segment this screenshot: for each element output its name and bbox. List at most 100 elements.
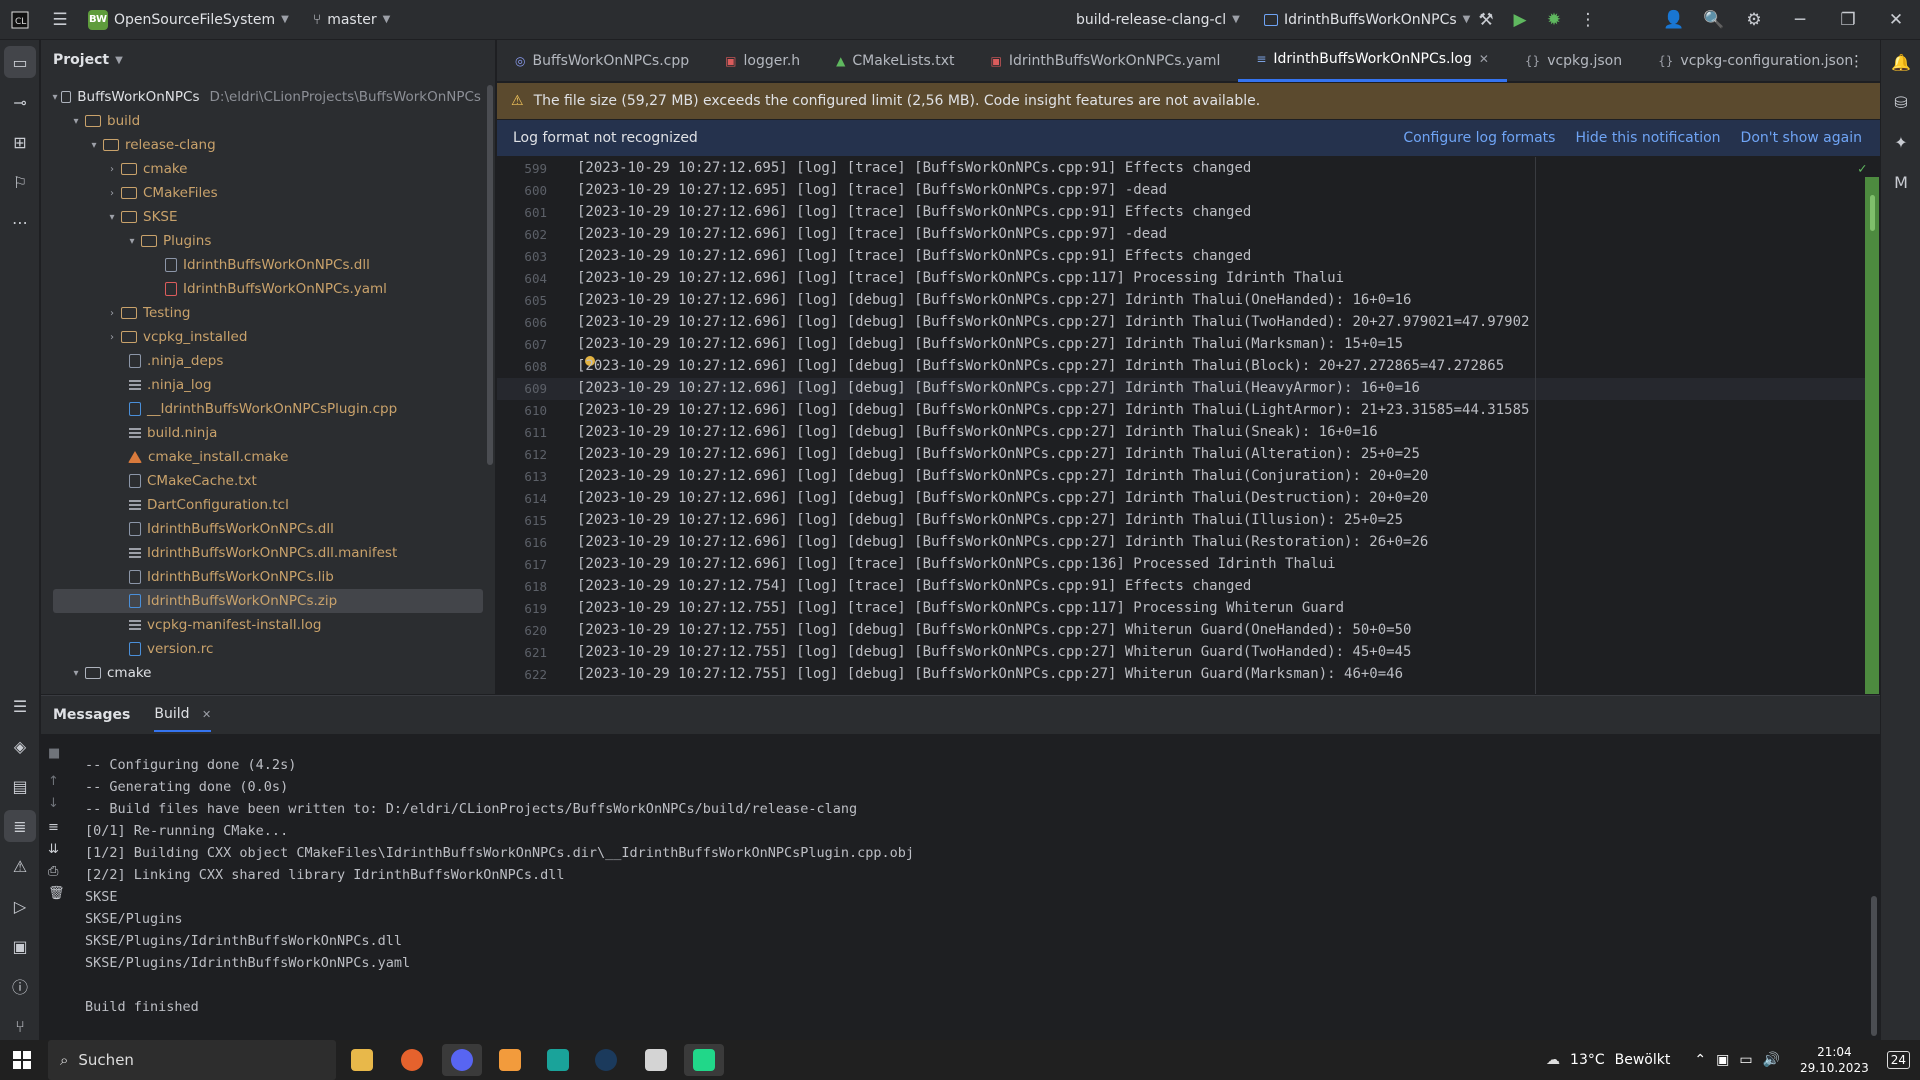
search-icon[interactable]: 🔍 xyxy=(1694,0,1734,40)
tree-item[interactable]: › vcpkg_installed xyxy=(41,325,481,349)
steam-icon[interactable] xyxy=(586,1044,626,1076)
scroll-down-icon[interactable]: ↓ xyxy=(48,796,59,811)
tab-vcpkg-configuration-json[interactable]: {} vcpkg-configuration.json xyxy=(1640,40,1871,82)
tree-item[interactable]: ▾ release-clang xyxy=(41,133,481,157)
build-output-scrollbar[interactable] xyxy=(1871,896,1877,1036)
commit-tool-icon[interactable]: ⊸ xyxy=(4,86,36,118)
tab-vcpkg-json[interactable]: {} vcpkg.json xyxy=(1507,40,1640,82)
close-window-icon[interactable]: ✕ xyxy=(1876,0,1916,40)
todo-tool-icon[interactable]: ☰ xyxy=(4,690,36,722)
settings-gear-icon[interactable]: ⚙ xyxy=(1734,0,1774,40)
tree-item[interactable]: ▾ SKSE xyxy=(41,205,481,229)
clear-all-icon[interactable]: 🗑 xyxy=(48,886,65,901)
tray-chevron-up-icon[interactable]: ⌃ xyxy=(1694,1052,1706,1068)
tray-app-icon[interactable]: ▣ xyxy=(1716,1052,1729,1068)
print-icon[interactable]: ⎙ xyxy=(48,864,58,879)
project-scrollbar[interactable] xyxy=(487,85,493,465)
close-tab-icon[interactable]: ✕ xyxy=(202,708,211,721)
network-icon[interactable]: ▭ xyxy=(1739,1052,1752,1068)
log-editor[interactable]: ✓ 599 [2023-10-29 10:27:12.695] [log] [tr… xyxy=(497,157,1880,694)
scroll-up-icon[interactable]: ↑ xyxy=(48,774,59,789)
structure-tool-icon[interactable]: ⊞ xyxy=(4,126,36,158)
tab-buffsworkonnpcs-cpp[interactable]: ◎ BuffsWorkOnNPCs.cpp xyxy=(497,40,707,82)
info-tool-icon[interactable]: ⓘ xyxy=(4,970,36,1002)
tree-item[interactable]: build.ninja xyxy=(41,421,481,445)
sublime-icon[interactable] xyxy=(490,1044,530,1076)
run-tool-icon[interactable]: ▷ xyxy=(4,890,36,922)
tree-item[interactable]: .ninja_log xyxy=(41,373,481,397)
restore-icon[interactable]: ❐ xyxy=(1828,0,1868,40)
dont-show-again-link[interactable]: Don't show again xyxy=(1741,130,1862,146)
tree-item[interactable]: › CMakeFiles xyxy=(41,181,481,205)
tab-yaml[interactable]: ▣ IdrinthBuffsWorkOnNPCs.yaml xyxy=(973,40,1239,82)
app-teal-icon[interactable] xyxy=(538,1044,578,1076)
minimize-icon[interactable]: ─ xyxy=(1780,0,1820,40)
problems-tool-icon[interactable]: ⚠ xyxy=(4,850,36,882)
editor-scroll-thumb[interactable] xyxy=(1870,195,1875,231)
tab-log-active[interactable]: ≡ IdrinthBuffsWorkOnNPCs.log ✕ xyxy=(1238,39,1507,82)
tree-item-selected[interactable]: IdrinthBuffsWorkOnNPCs.zip xyxy=(53,589,483,613)
tree-item[interactable]: IdrinthBuffsWorkOnNPCs.dll xyxy=(41,253,481,277)
tree-item[interactable]: IdrinthBuffsWorkOnNPCs.dll.manifest xyxy=(41,541,481,565)
clock[interactable]: 21:04 29.10.2023 xyxy=(1800,1044,1869,1076)
run-config-selector[interactable]: build-release-clang-cl ▼ xyxy=(1076,12,1240,28)
tree-item[interactable]: __IdrinthBuffsWorkOnNPCsPlugin.cpp xyxy=(41,397,481,421)
tree-item[interactable]: › cmake xyxy=(41,157,481,181)
notifications-bell-icon[interactable]: 🔔 xyxy=(1885,46,1917,78)
add-user-icon[interactable]: 👤 xyxy=(1654,0,1694,40)
close-tab-icon[interactable]: ✕ xyxy=(1479,52,1489,66)
tree-item[interactable]: CMakeCache.txt xyxy=(41,469,481,493)
more-tools-icon[interactable]: ⋯ xyxy=(4,206,36,238)
branch-selector[interactable]: ⑂ master ▼ xyxy=(313,12,390,28)
tree-item[interactable]: cmake_install.cmake xyxy=(41,445,481,469)
tree-item[interactable]: IdrinthBuffsWorkOnNPCs.lib xyxy=(41,565,481,589)
soft-wrap-icon[interactable]: ≡ xyxy=(48,820,59,835)
project-tool-icon[interactable]: ▭ xyxy=(4,46,36,78)
volume-icon[interactable]: 🔊 xyxy=(1763,1052,1780,1068)
windows-start-icon[interactable] xyxy=(2,1044,42,1076)
editor-scroll-track[interactable] xyxy=(1865,177,1879,694)
tree-item[interactable]: vcpkg-manifest-install.log xyxy=(41,613,481,637)
stop-icon[interactable]: ■ xyxy=(48,746,60,761)
tree-item[interactable]: IdrinthBuffsWorkOnNPCs.dll xyxy=(41,517,481,541)
git-tool-icon[interactable]: ⑂ xyxy=(4,1010,36,1042)
tab-messages[interactable]: Messages xyxy=(53,707,130,723)
terminal-tool-icon[interactable]: ▣ xyxy=(4,930,36,962)
tree-item[interactable]: ▾ cmake xyxy=(41,661,481,685)
services-tool-icon[interactable]: ▤ xyxy=(4,770,36,802)
notification-center-icon[interactable]: 24 xyxy=(1886,1051,1910,1069)
discord-icon[interactable] xyxy=(442,1044,482,1076)
tree-item[interactable]: version.rc xyxy=(41,637,481,661)
more-actions-icon[interactable]: ⋮ xyxy=(1568,0,1608,40)
firefox-icon[interactable] xyxy=(392,1044,432,1076)
messages-tool-icon[interactable]: ≣ xyxy=(4,810,36,842)
ai-assistant-icon[interactable]: ✦ xyxy=(1885,126,1917,158)
tree-item[interactable]: ▾ build xyxy=(41,109,481,133)
file-explorer-icon[interactable] xyxy=(342,1044,382,1076)
layers-tool-icon[interactable]: ◈ xyxy=(4,730,36,762)
tab-build[interactable]: Build ✕ xyxy=(154,698,212,732)
project-selector[interactable]: BW OpenSourceFileSystem ▼ xyxy=(88,9,289,30)
bookmarks-tool-icon[interactable]: ⚐ xyxy=(4,166,36,198)
tree-item[interactable]: IdrinthBuffsWorkOnNPCs.yaml xyxy=(41,277,481,301)
tree-item[interactable]: › Testing xyxy=(41,301,481,325)
tree-item[interactable]: ▾ Plugins xyxy=(41,229,481,253)
taskbar-search[interactable]: ⌕ Suchen xyxy=(48,1040,336,1080)
hide-notification-link[interactable]: Hide this notification xyxy=(1575,130,1720,146)
tree-item[interactable]: DartConfiguration.tcl xyxy=(41,493,481,517)
tab-options-icon[interactable]: ⋮ xyxy=(1849,52,1864,70)
tree-item[interactable]: .ninja_deps xyxy=(41,349,481,373)
notepad-icon[interactable] xyxy=(636,1044,676,1076)
tab-cmakelists[interactable]: ▲ CMakeLists.txt xyxy=(818,40,972,82)
tab-logger-h[interactable]: ▣ logger.h xyxy=(707,40,818,82)
markdown-tool-icon[interactable]: M xyxy=(1885,166,1917,198)
main-menu-icon[interactable]: ☰ xyxy=(40,0,80,40)
configure-log-formats-link[interactable]: Configure log formats xyxy=(1403,130,1555,146)
tree-root[interactable]: ▾ BuffsWorkOnNPCs D:\eldri\CLionProjects… xyxy=(41,85,481,109)
scroll-to-end-icon[interactable]: ⇊ xyxy=(48,842,59,857)
database-tool-icon[interactable]: ⛁ xyxy=(1885,86,1917,118)
cmake-icon: ▲ xyxy=(836,53,846,68)
clion-icon[interactable] xyxy=(684,1044,724,1076)
project-panel-header[interactable]: Project ▼ xyxy=(41,40,495,80)
target-selector[interactable]: IdrinthBuffsWorkOnNPCs ▼ xyxy=(1264,12,1470,28)
